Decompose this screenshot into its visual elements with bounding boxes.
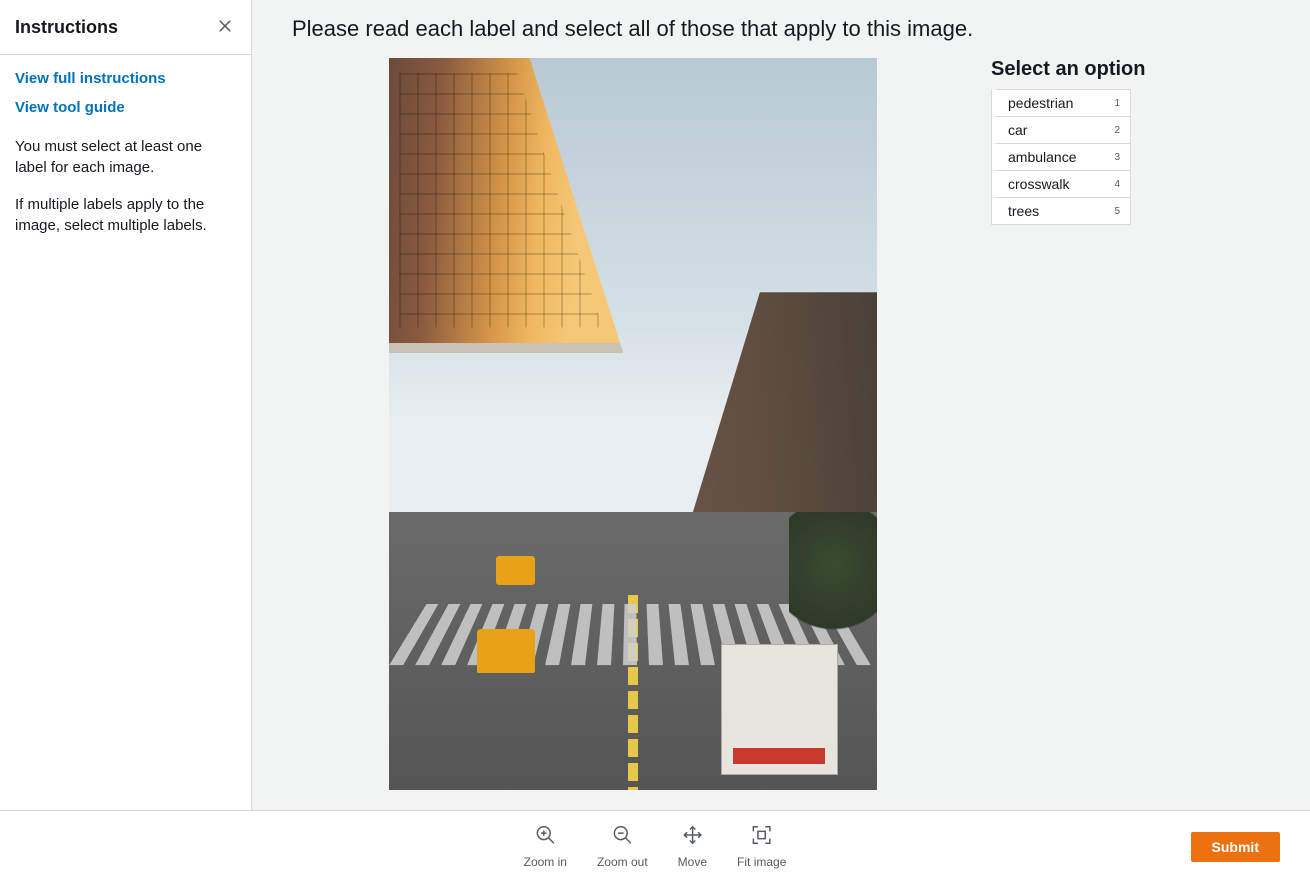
option-shortcut: 1 bbox=[1114, 98, 1120, 109]
submit-button[interactable]: Submit bbox=[1191, 832, 1280, 862]
options-list: pedestrian 1 car 2 ambulance 3 crosswalk… bbox=[991, 89, 1131, 225]
workspace: Select an option pedestrian 1 car 2 ambu… bbox=[252, 58, 1310, 810]
option-ambulance[interactable]: ambulance 3 bbox=[992, 143, 1130, 170]
move-button[interactable]: Move bbox=[674, 820, 711, 873]
tool-label: Fit image bbox=[737, 855, 786, 869]
option-label: car bbox=[1008, 122, 1027, 138]
move-icon bbox=[681, 824, 703, 849]
sidebar-body: View full instructions View tool guide Y… bbox=[0, 55, 251, 267]
view-tool-guide-link[interactable]: View tool guide bbox=[15, 99, 236, 116]
zoom-in-icon bbox=[534, 824, 556, 849]
option-crosswalk[interactable]: crosswalk 4 bbox=[992, 170, 1130, 197]
sidebar-paragraph-1: You must select at least one label for e… bbox=[15, 136, 236, 178]
sidebar-header: Instructions bbox=[0, 0, 251, 55]
task-prompt: Please read each label and select all of… bbox=[252, 0, 1310, 58]
option-label: trees bbox=[1008, 203, 1039, 219]
fit-image-button[interactable]: Fit image bbox=[733, 820, 790, 873]
option-shortcut: 2 bbox=[1114, 125, 1120, 136]
footer: Zoom in Zoom out Move Fit image Submit bbox=[0, 810, 1310, 882]
sidebar-paragraph-2: If multiple labels apply to the image, s… bbox=[15, 194, 236, 236]
option-trees[interactable]: trees 5 bbox=[992, 197, 1130, 224]
image-wrap bbox=[292, 58, 877, 810]
zoom-out-button[interactable]: Zoom out bbox=[593, 820, 652, 873]
option-pedestrian[interactable]: pedestrian 1 bbox=[992, 89, 1130, 116]
zoom-out-icon bbox=[611, 824, 633, 849]
option-label: pedestrian bbox=[1008, 95, 1073, 111]
fit-image-icon bbox=[751, 824, 773, 849]
image-toolbar: Zoom in Zoom out Move Fit image bbox=[520, 820, 791, 873]
instructions-sidebar: Instructions View full instructions View… bbox=[0, 0, 252, 810]
tool-label: Zoom out bbox=[597, 855, 648, 869]
zoom-in-button[interactable]: Zoom in bbox=[520, 820, 571, 873]
options-title: Select an option bbox=[991, 58, 1270, 81]
close-icon[interactable] bbox=[214, 14, 236, 40]
content-area: Please read each label and select all of… bbox=[252, 0, 1310, 810]
tool-label: Move bbox=[678, 855, 707, 869]
option-label: crosswalk bbox=[1008, 176, 1069, 192]
view-full-instructions-link[interactable]: View full instructions bbox=[15, 70, 236, 87]
sidebar-title: Instructions bbox=[15, 17, 118, 38]
task-image[interactable] bbox=[389, 58, 877, 790]
options-panel: Select an option pedestrian 1 car 2 ambu… bbox=[877, 58, 1270, 810]
option-shortcut: 4 bbox=[1114, 179, 1120, 190]
tool-label: Zoom in bbox=[524, 855, 567, 869]
option-label: ambulance bbox=[1008, 149, 1077, 165]
option-shortcut: 5 bbox=[1114, 206, 1120, 217]
option-car[interactable]: car 2 bbox=[992, 116, 1130, 143]
option-shortcut: 3 bbox=[1114, 152, 1120, 163]
